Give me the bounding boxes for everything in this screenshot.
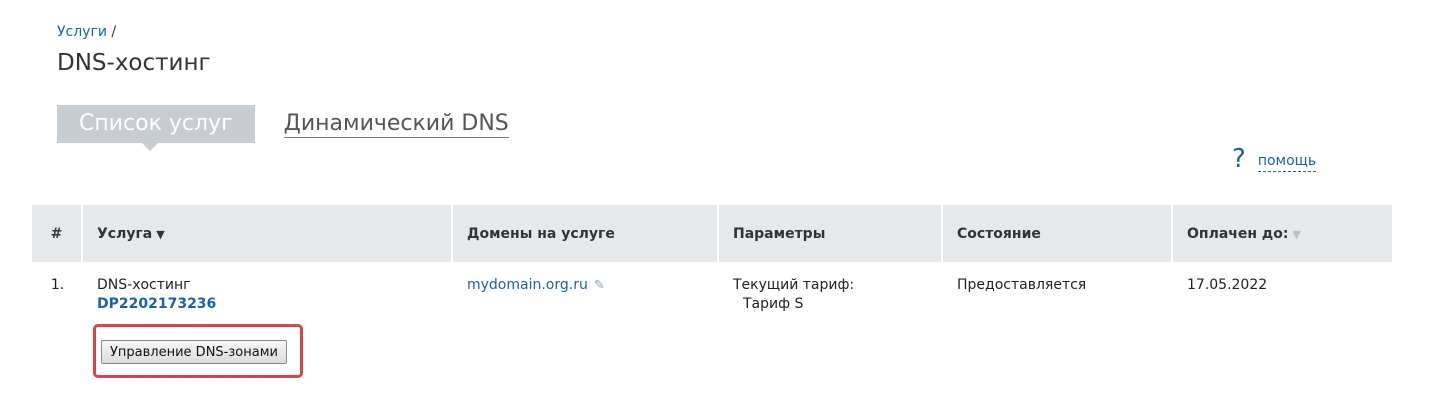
tab-services-list[interactable]: Список услуг <box>57 105 255 151</box>
tab-dynamic-dns[interactable]: Динамический DNS <box>283 111 509 138</box>
column-header-paid-until[interactable]: Оплачен до: ▼ <box>1173 205 1392 262</box>
services-table: # Услуга ▼ Домены на услуге Параметры Сос… <box>32 205 1392 314</box>
page-title: DNS-хостинг <box>57 50 211 76</box>
table-row: 1. DNS-хостинг DP2202173236 mydomain.org… <box>32 262 1392 314</box>
status-cell: Предоставляется <box>957 277 1087 293</box>
tabs: Список услуг Динамический DNS <box>57 105 509 151</box>
table-header-row: # Услуга ▼ Домены на услуге Параметры Сос… <box>32 205 1392 262</box>
column-header-paid-until-label: Оплачен до: <box>1187 225 1289 242</box>
pencil-icon[interactable]: ✎ <box>594 276 605 295</box>
highlight-frame: Управление DNS-зонами <box>93 324 303 378</box>
manage-dns-zones-button[interactable]: Управление DNS-зонами <box>101 340 287 364</box>
sort-down-icon: ▼ <box>1292 227 1301 241</box>
service-id-link[interactable]: DP2202173236 <box>97 295 439 314</box>
breadcrumb-services-link[interactable]: Услуги <box>57 24 107 40</box>
column-header-num: # <box>32 205 83 262</box>
help-link[interactable]: помощь <box>1257 152 1317 172</box>
column-header-status: Состояние <box>943 205 1173 262</box>
domain-link[interactable]: mydomain.org.ru <box>467 277 588 293</box>
service-cell: DNS-хостинг DP2202173236 <box>83 262 453 314</box>
row-number: 1. <box>50 277 65 293</box>
service-name: DNS-хостинг <box>97 277 191 293</box>
domains-cell: mydomain.org.ru ✎ <box>453 262 719 314</box>
breadcrumb-separator: / <box>111 24 117 40</box>
breadcrumb: Услуги / <box>57 24 116 40</box>
sort-down-icon: ▼ <box>156 227 165 241</box>
paid-until-cell: 17.05.2022 <box>1187 277 1268 293</box>
column-header-service-label: Услуга <box>97 225 153 242</box>
help: ? помощь <box>1232 146 1317 172</box>
question-icon[interactable]: ? <box>1232 146 1246 172</box>
tariff-label: Текущий тариф: <box>733 277 855 293</box>
column-header-params: Параметры <box>719 205 943 262</box>
tariff-value: Тариф S <box>743 296 804 312</box>
column-header-service[interactable]: Услуга ▼ <box>83 205 453 262</box>
column-header-domains: Домены на услуге <box>453 205 719 262</box>
params-cell: Текущий тариф: Тариф S <box>719 262 943 314</box>
